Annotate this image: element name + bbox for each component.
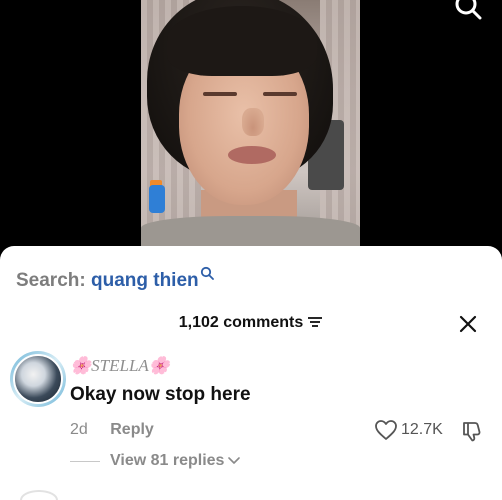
like-button[interactable]: 12.7K (374, 419, 443, 441)
comments-sheet: Search: quang thien 1,102 comments 🌸STEL… (0, 246, 502, 500)
comments-count: 1,102 comments (178, 314, 304, 331)
avatar-story-ring[interactable] (10, 351, 66, 407)
replies-divider (70, 460, 100, 462)
comment-age: 2d (70, 421, 88, 438)
comment-meta: 2d Reply (70, 421, 154, 439)
person-eye-right (263, 92, 297, 96)
next-comment-avatar[interactable] (20, 490, 58, 500)
view-replies-button[interactable]: View 81 replies (70, 452, 241, 470)
background-bottle (149, 185, 165, 213)
close-icon[interactable] (456, 312, 480, 336)
person-bangs (167, 6, 317, 76)
heart-icon (375, 420, 397, 440)
dislike-icon[interactable] (460, 419, 484, 443)
comment-username[interactable]: 🌸STELLA🌸 (70, 356, 170, 376)
person-nose (242, 108, 264, 136)
filter-icon[interactable] (307, 316, 323, 328)
search-icon (200, 266, 214, 280)
comment-text: Okay now stop here (70, 384, 251, 405)
reply-button[interactable]: Reply (110, 421, 154, 438)
video-player[interactable] (0, 0, 502, 246)
like-count: 12.7K (401, 421, 443, 438)
search-term[interactable]: quang thien (91, 270, 199, 291)
search-suggestion[interactable]: Search: quang thien (16, 266, 214, 292)
search-icon[interactable] (452, 0, 482, 24)
search-label: Search: (16, 270, 86, 291)
person-eye-left (203, 92, 237, 96)
view-replies-label: View 81 replies (110, 452, 225, 469)
chevron-down-icon (228, 457, 241, 464)
video-frame (141, 0, 360, 246)
avatar (13, 354, 63, 404)
comment-item: 🌸STELLA🌸 Okay now stop here 2d Reply 12.… (0, 346, 502, 474)
comments-header[interactable]: 1,102 comments (0, 314, 502, 332)
person-shirt (141, 216, 360, 246)
person-mouth (228, 146, 276, 164)
